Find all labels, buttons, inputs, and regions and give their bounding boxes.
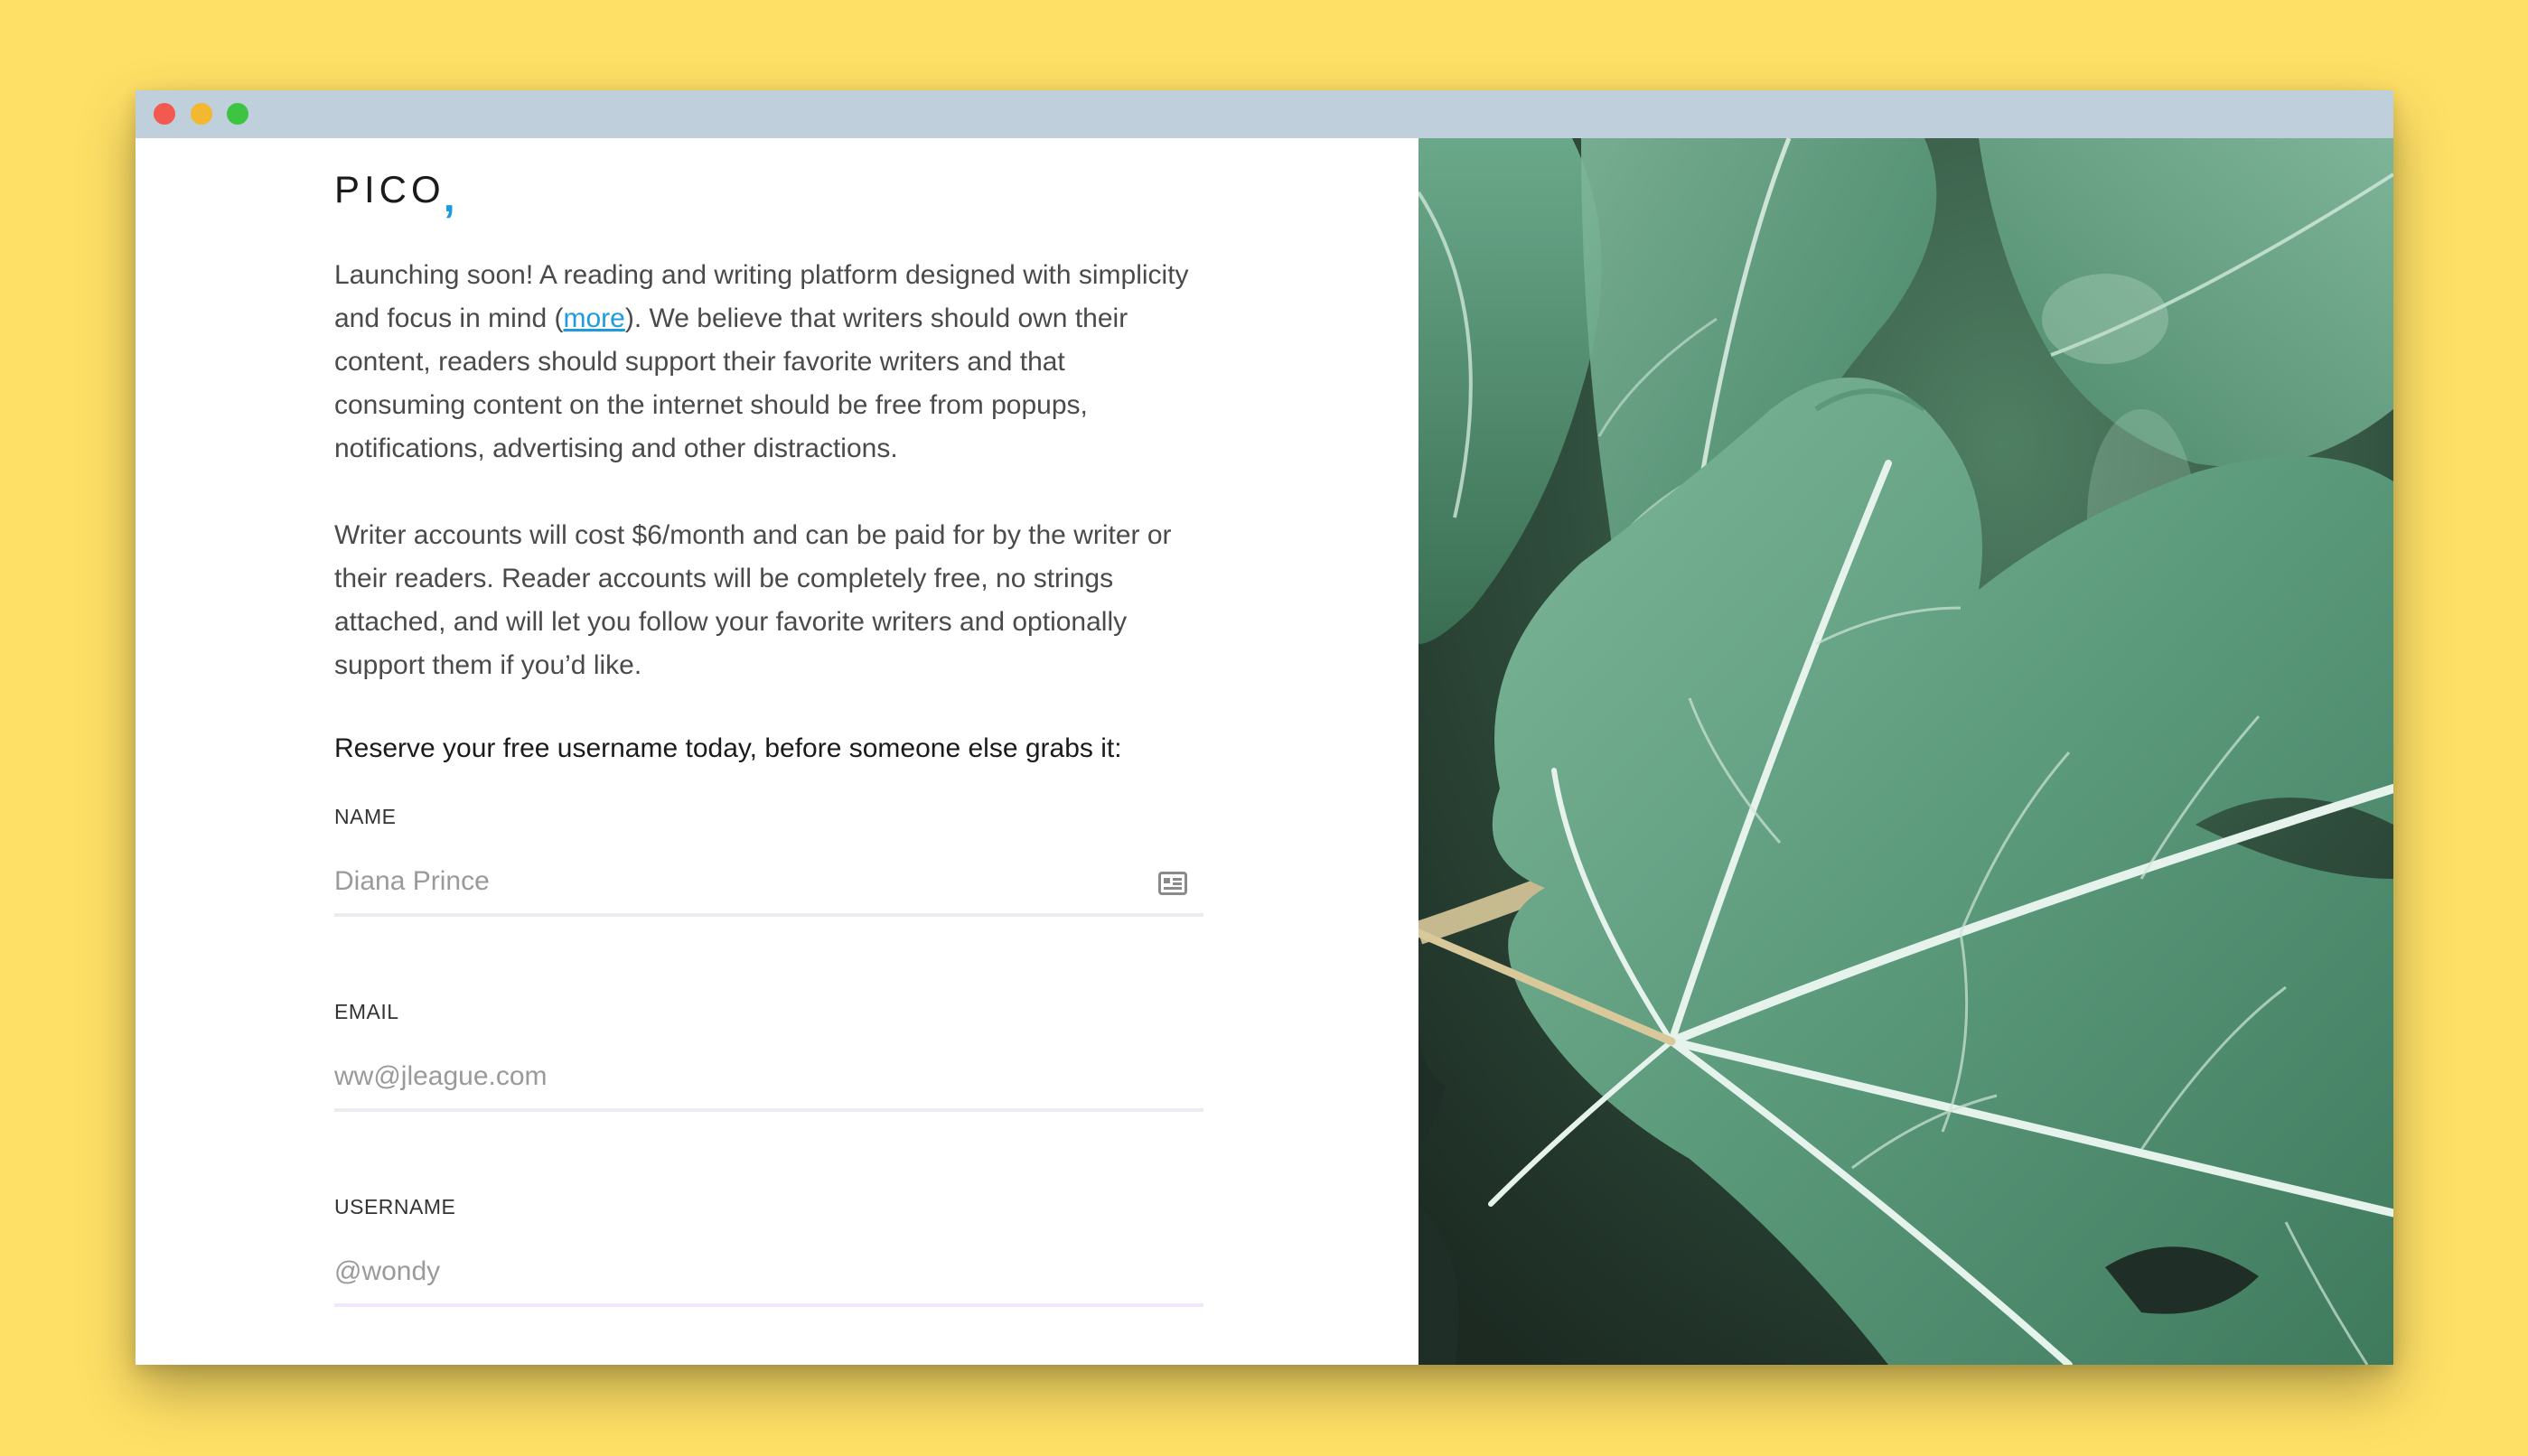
username-label: USERNAME [334, 1195, 456, 1218]
window-titlebar [136, 90, 2393, 138]
contact-card-icon [1158, 872, 1187, 895]
logo-comma: , [443, 173, 455, 220]
pricing-paragraph: Writer accounts will cost $6/month and c… [334, 520, 1172, 680]
email-label: EMAIL [334, 1000, 399, 1023]
fig-leaf-photo [1418, 138, 2393, 1365]
reserve-cta: Reserve your free username today, before… [334, 733, 1122, 763]
browser-window: PICO, Launching soon! A reading and writ… [136, 90, 2393, 1365]
main-content: PICO, Launching soon! A reading and writ… [136, 138, 1418, 1365]
close-window-button[interactable] [154, 103, 175, 125]
minimize-window-button[interactable] [191, 103, 212, 125]
username-input[interactable] [334, 1240, 1203, 1307]
intro-paragraph: Launching soon! A reading and writing pl… [334, 254, 1203, 471]
leaf-illustration [1418, 138, 2393, 1365]
username-field: USERNAME [334, 1193, 1203, 1365]
name-label: NAME [334, 805, 397, 828]
more-link[interactable]: more [563, 303, 624, 333]
name-field: NAME [334, 803, 1203, 998]
pico-logo: PICO, [334, 165, 1203, 219]
name-input[interactable] [334, 850, 1203, 917]
maximize-window-button[interactable] [227, 103, 248, 125]
email-input[interactable] [334, 1045, 1203, 1112]
email-field: EMAIL [334, 998, 1203, 1193]
logo-text: PICO [334, 168, 445, 210]
